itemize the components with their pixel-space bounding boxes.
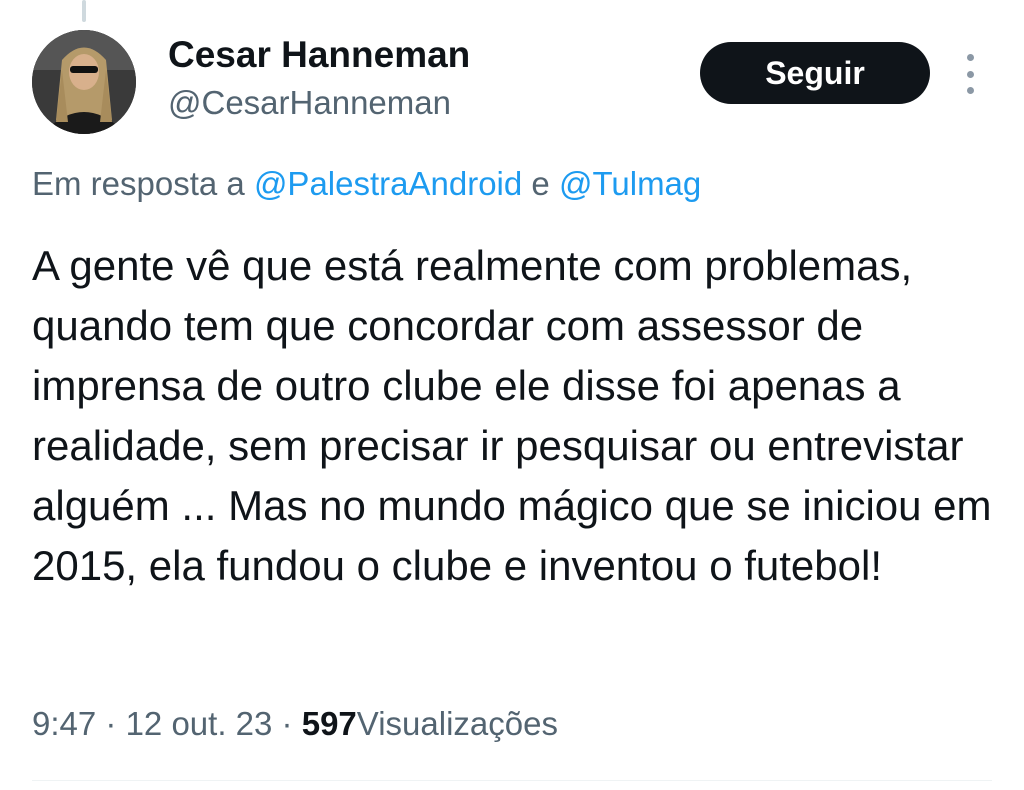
tweet-text: A gente vê que está realmente com proble… [32, 242, 992, 589]
mention-link[interactable]: @Tulmag [559, 165, 701, 202]
more-vertical-icon[interactable] [958, 54, 982, 94]
tweet-time[interactable]: 9:47 [32, 705, 96, 742]
reply-joiner: e [531, 165, 550, 202]
more-dot [966, 87, 974, 94]
more-dot [966, 54, 974, 61]
tweet-date[interactable]: 12 out. 23 [126, 705, 273, 742]
user-handle[interactable]: @CesarHanneman [168, 84, 451, 122]
avatar-photo [32, 30, 136, 134]
reply-context: Em resposta a @PalestraAndroid e @Tulmag [32, 165, 701, 203]
meta-separator: · [105, 705, 117, 742]
tweet-meta: 9:47 · 12 out. 23 · 597Visualizações [32, 705, 558, 743]
reply-prefix: Em resposta a [32, 165, 245, 202]
mention-link[interactable]: @PalestraAndroid [254, 165, 522, 202]
display-name[interactable]: Cesar Hanneman [168, 34, 470, 76]
more-dot [966, 70, 974, 78]
avatar[interactable] [32, 30, 136, 134]
views-label: Visualizações [356, 705, 558, 742]
divider [32, 780, 992, 781]
views-count: 597 [301, 705, 357, 742]
meta-separator: · [281, 705, 293, 742]
follow-button[interactable]: Seguir [700, 42, 930, 104]
thread-connector-line [82, 0, 86, 22]
